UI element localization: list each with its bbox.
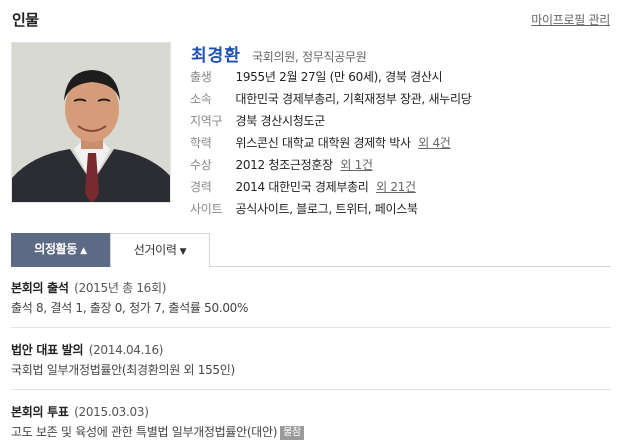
vote-title: 본회의 투표: [11, 405, 69, 419]
info-label: 수상: [190, 158, 212, 172]
site-link-facebook[interactable]: 페이스북: [375, 202, 418, 216]
info-value: 2014 대한민국 경제부총리: [235, 180, 369, 194]
site-link-official[interactable]: 공식사이트,: [236, 202, 294, 216]
entry-title: 본회의 투표 (2015.03.03): [11, 404, 611, 420]
site-link-blog[interactable]: 블로그,: [296, 202, 332, 216]
vote-subtitle: (2015.03.03): [74, 405, 149, 419]
info-label: 경력: [190, 180, 212, 194]
affiliation-link-korea[interactable]: 대한민국: [236, 92, 279, 106]
my-profile-link[interactable]: 마이프로필 관리: [531, 11, 610, 28]
vote-entry: 본회의 투표 (2015.03.03) 고도 보존 및 육성에 관한 특별법 일…: [11, 404, 611, 440]
affiliation-text: 장관,: [399, 92, 425, 106]
person-job: 국회의원, 정무직공무원: [252, 50, 367, 64]
info-label: 출생: [190, 70, 212, 84]
bill-subtitle: (2014.04.16): [88, 343, 164, 357]
vote-body-row: 고도 보존 및 육성에 관한 특별법 일부개정법률안(대안) 불참: [11, 424, 611, 440]
bill-body[interactable]: 국회법 일부개정법률안(최경환의원 외 155인): [11, 362, 611, 378]
person-name[interactable]: 최경환: [191, 46, 241, 66]
info-row-birth: 출생 1955년 2월 27일 (만 60세), 경북 경산시: [190, 68, 610, 90]
info-row-district: 지역구 경북 경산시청도군: [190, 112, 610, 134]
info-row-affiliation: 소속 대한민국 경제부총리, 기획재정부 장관, 새누리당: [190, 90, 610, 112]
tab-legislative-activity[interactable]: 의정활동 ▲: [11, 233, 110, 267]
person-name-row: 최경환 국회의원, 정무직공무원: [191, 41, 367, 66]
absence-badge: 불참: [280, 426, 304, 440]
tab-label: 의정활동: [34, 242, 78, 256]
education-more-link[interactable]: 외 4건: [418, 136, 451, 150]
chevron-up-icon: ▲: [80, 246, 87, 256]
vote-body[interactable]: 고도 보존 및 육성에 관한 특별법 일부개정법률안(대안): [11, 425, 277, 439]
info-label: 소속: [190, 92, 212, 106]
divider: [11, 327, 611, 328]
entry-title: 본회의 출석 (2015년 총 16회): [11, 280, 611, 296]
info-value: 2012 청조근정훈장: [235, 158, 334, 172]
info-value: 경북 경산시청도군: [235, 114, 326, 128]
chevron-down-icon: ▼: [179, 247, 187, 257]
career-more-link[interactable]: 외 21건: [376, 180, 416, 194]
education-school-link[interactable]: 위스콘신 대학교 대학원: [236, 136, 351, 150]
affiliation-text: 경제부총리,: [282, 92, 340, 106]
section-title: 인물: [12, 11, 39, 29]
bill-entry: 법안 대표 발의 (2014.04.16) 국회법 일부개정법률안(최경환의원 …: [11, 342, 611, 378]
tab-label: 선거이력: [133, 243, 177, 257]
affiliation-link-party[interactable]: 새누리당: [428, 92, 471, 106]
info-value: 1955년 2월 27일 (만 60세), 경북 경산시: [235, 70, 443, 84]
affiliation-link-ministry[interactable]: 기획재정부: [343, 92, 397, 106]
award-more-link[interactable]: 외 1건: [340, 158, 373, 172]
attendance-subtitle: (2015년 총 16회): [74, 281, 167, 295]
attendance-title: 본회의 출석: [11, 281, 69, 295]
divider: [11, 389, 611, 390]
info-label: 지역구: [190, 114, 223, 128]
info-row-career: 경력 2014 대한민국 경제부총리 외 21건: [190, 178, 610, 200]
section-header: 인물 마이프로필 관리: [12, 9, 612, 29]
info-row-education: 학력 위스콘신 대학교 대학원 경제학 박사 외 4건: [190, 134, 610, 156]
education-degree: 경제학 박사: [353, 136, 411, 150]
attendance-body: 출석 8, 결석 1, 출장 0, 청가 7, 출석률 50.00%: [11, 301, 249, 315]
info-label: 학력: [190, 136, 212, 150]
person-photo[interactable]: [11, 42, 171, 203]
tab-election-history[interactable]: 선거이력 ▼: [110, 233, 210, 267]
info-label: 사이트: [190, 202, 223, 216]
info-row-award: 수상 2012 청조근정훈장 외 1건: [190, 156, 610, 178]
entry-title: 법안 대표 발의 (2014.04.16): [11, 342, 611, 358]
person-photo-image: [12, 43, 170, 202]
attendance-entry: 본회의 출석 (2015년 총 16회) 출석 8, 결석 1, 출장 0, 청…: [11, 280, 611, 316]
bill-title: 법안 대표 발의: [11, 343, 84, 357]
person-info: 출생 1955년 2월 27일 (만 60세), 경북 경산시 소속 대한민국 …: [190, 68, 610, 222]
activity-tabs: 의정활동 ▲ 선거이력 ▼: [11, 233, 611, 267]
info-row-sites: 사이트 공식사이트, 블로그, 트위터, 페이스북: [190, 200, 610, 222]
site-link-twitter[interactable]: 트위터,: [336, 202, 372, 216]
